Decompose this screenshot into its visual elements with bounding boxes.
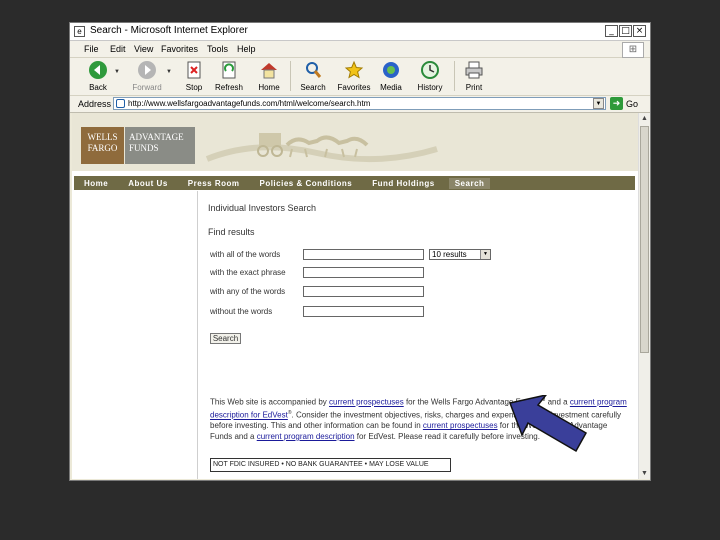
media-label: Media bbox=[380, 83, 402, 92]
home-icon bbox=[261, 63, 277, 79]
all-words-input[interactable] bbox=[303, 249, 424, 260]
without-words-input[interactable] bbox=[303, 306, 424, 317]
nav-fund-holdings[interactable]: Fund Holdings bbox=[372, 179, 435, 188]
home-button[interactable]: Home bbox=[256, 60, 282, 92]
scroll-thumb[interactable] bbox=[640, 126, 649, 353]
menu-edit[interactable]: Edit bbox=[110, 44, 126, 54]
url-input[interactable]: http://www.wellsfargoadvantagefunds.com/… bbox=[113, 97, 606, 110]
menu-file[interactable]: File bbox=[84, 44, 99, 54]
nav-about-us[interactable]: About Us bbox=[128, 179, 168, 188]
find-results-heading: Find results bbox=[208, 227, 255, 237]
back-button[interactable]: Back ▼ bbox=[84, 60, 120, 92]
nav-press-room[interactable]: Press Room bbox=[188, 179, 240, 188]
callout-arrow-icon bbox=[508, 395, 588, 453]
results-count-value: 10 results bbox=[432, 250, 467, 259]
logo-word: WELLS bbox=[87, 132, 118, 142]
media-icon bbox=[383, 62, 399, 78]
scroll-down-icon[interactable]: ▼ bbox=[639, 468, 650, 479]
stop-icon bbox=[187, 61, 201, 79]
go-arrow-icon[interactable]: ➜ bbox=[610, 97, 623, 110]
stop-button[interactable]: Stop bbox=[182, 60, 206, 92]
back-label: Back bbox=[89, 83, 107, 92]
address-label: Address bbox=[78, 99, 112, 109]
logo-word: ADVANTAGE bbox=[129, 132, 184, 142]
site-nav: Home About Us Press Room Policies & Cond… bbox=[74, 176, 635, 190]
toolbar-divider bbox=[290, 61, 291, 91]
favorites-button[interactable]: Favorites bbox=[334, 60, 374, 92]
window-title: Search - Microsoft Internet Explorer bbox=[90, 25, 248, 36]
address-bar: Address http://www.wellsfargoadvantagefu… bbox=[70, 96, 650, 113]
search-button[interactable]: Search bbox=[298, 60, 328, 92]
browser-window: e Search - Microsoft Internet Explorer _… bbox=[69, 22, 651, 481]
disclaimer-part: This Web site is accompanied by bbox=[210, 397, 330, 407]
all-words-label: with all of the words bbox=[210, 250, 281, 259]
menu-view[interactable]: View bbox=[134, 44, 153, 54]
favorites-star-icon bbox=[344, 60, 364, 79]
menu-help[interactable]: Help bbox=[237, 44, 256, 54]
logo-word: FUNDS bbox=[129, 143, 159, 153]
scroll-up-icon[interactable]: ▲ bbox=[639, 113, 650, 124]
refresh-label: Refresh bbox=[214, 83, 243, 92]
url-text: http://www.wellsfargoadvantagefunds.com/… bbox=[128, 99, 371, 108]
stop-label: Stop bbox=[185, 83, 203, 92]
fdic-notice: NOT FDIC INSURED • NO BANK GUARANTEE • M… bbox=[210, 458, 451, 472]
home-label: Home bbox=[258, 83, 280, 92]
go-button[interactable]: Go bbox=[626, 99, 638, 109]
toolbar: Back ▼ Forward ▼ Stop Refresh Home Searc… bbox=[70, 58, 650, 96]
print-label: Print bbox=[465, 83, 483, 92]
printer-icon bbox=[465, 61, 483, 79]
results-count-select[interactable]: 10 results ▼ bbox=[429, 249, 491, 260]
exact-phrase-label: with the exact phrase bbox=[210, 268, 286, 277]
page-icon bbox=[116, 99, 125, 108]
search-submit-button[interactable]: Search bbox=[210, 333, 241, 344]
chevron-down-icon[interactable]: ▼ bbox=[114, 69, 120, 75]
nav-home[interactable]: Home bbox=[84, 179, 108, 188]
exact-phrase-input[interactable] bbox=[303, 267, 424, 278]
back-arrow-icon bbox=[89, 61, 107, 79]
print-button[interactable]: Print bbox=[463, 60, 485, 92]
wells-fargo-logo[interactable]: WELLS FARGO bbox=[81, 127, 124, 164]
left-sidebar bbox=[74, 191, 198, 479]
nav-search[interactable]: Search bbox=[448, 177, 491, 189]
title-bar: e Search - Microsoft Internet Explorer _… bbox=[70, 23, 650, 41]
refresh-icon bbox=[222, 61, 236, 79]
any-words-label: with any of the words bbox=[210, 287, 286, 296]
forward-label: Forward bbox=[132, 83, 162, 92]
logo-word: FARGO bbox=[87, 143, 118, 153]
windows-logo-icon: ⊞ bbox=[622, 42, 644, 58]
page-title: Individual Investors Search bbox=[208, 203, 317, 213]
menu-tools[interactable]: Tools bbox=[207, 44, 228, 54]
nav-policies[interactable]: Policies & Conditions bbox=[259, 179, 352, 188]
history-label: History bbox=[417, 83, 443, 92]
site-banner: WELLS FARGO ADVANTAGE FUNDS bbox=[72, 113, 638, 171]
history-icon bbox=[421, 61, 439, 79]
prospectus-link-2[interactable]: current prospectuses bbox=[423, 421, 498, 430]
forward-arrow-icon bbox=[138, 61, 156, 79]
without-words-label: without the words bbox=[210, 307, 273, 316]
maximize-button[interactable]: □ bbox=[619, 25, 632, 37]
chevron-down-icon[interactable]: ▼ bbox=[166, 69, 172, 75]
favorites-label: Favorites bbox=[337, 83, 371, 92]
history-button[interactable]: History bbox=[415, 60, 445, 92]
minimize-button[interactable]: _ bbox=[605, 25, 618, 37]
search-icon bbox=[306, 62, 322, 78]
page-content: WELLS FARGO ADVANTAGE FUNDS Home About U… bbox=[72, 113, 638, 479]
menu-favorites[interactable]: Favorites bbox=[161, 44, 198, 54]
stagecoach-illustration bbox=[197, 119, 637, 167]
refresh-button[interactable]: Refresh bbox=[214, 60, 244, 92]
vertical-scrollbar[interactable]: ▲ ▼ bbox=[638, 113, 650, 479]
prospectus-link[interactable]: current prospectuses bbox=[329, 398, 404, 407]
menu-bar: File Edit View Favorites Tools Help ⊞ bbox=[70, 41, 650, 58]
address-dropdown-icon[interactable]: ▼ bbox=[593, 98, 604, 109]
ie-icon: e bbox=[74, 26, 85, 37]
forward-button[interactable]: Forward ▼ bbox=[130, 60, 172, 92]
advantage-funds-logo: ADVANTAGE FUNDS bbox=[125, 127, 195, 164]
media-button[interactable]: Media bbox=[378, 60, 404, 92]
close-button[interactable]: × bbox=[633, 25, 646, 37]
any-words-input[interactable] bbox=[303, 286, 424, 297]
search-label: Search bbox=[300, 83, 326, 92]
program-description-link[interactable]: current program description bbox=[257, 432, 355, 441]
toolbar-divider bbox=[454, 61, 455, 91]
chevron-down-icon: ▼ bbox=[480, 250, 490, 259]
